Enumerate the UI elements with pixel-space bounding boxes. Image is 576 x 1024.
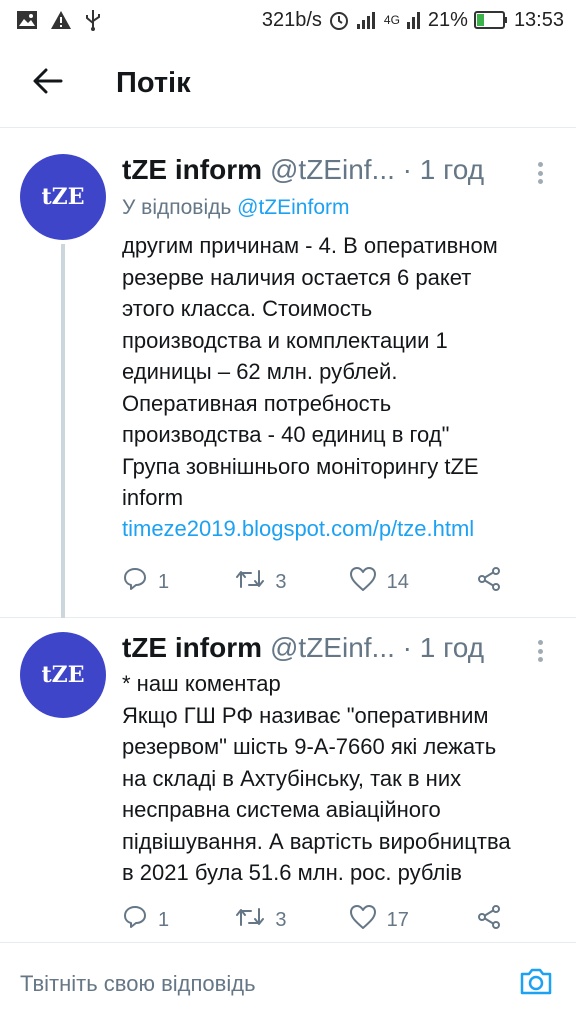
tweet-body: tZE inform @tZEinf... · 1 год У відповід…	[122, 152, 552, 544]
heart-icon	[349, 904, 377, 936]
signal-icon	[356, 10, 378, 30]
avatar[interactable]: tZE	[20, 632, 106, 718]
status-left	[16, 9, 102, 31]
reply-count: 1	[158, 570, 170, 593]
warning-icon	[50, 10, 72, 30]
tweet[interactable]: tZE tZE inform @tZEinf... · 1 год У відп…	[0, 140, 576, 618]
timestamp[interactable]: 1 год	[420, 630, 484, 666]
reply-button[interactable]: 1	[122, 566, 235, 598]
avatar[interactable]: tZE	[20, 154, 106, 240]
arrow-left-icon	[33, 68, 63, 99]
reply-icon	[122, 904, 148, 936]
camera-button[interactable]	[516, 964, 556, 1004]
separator: ·	[394, 632, 420, 663]
share-icon	[476, 904, 502, 936]
tweet-actions: 1 3 17	[122, 904, 502, 936]
retweet-button[interactable]: 3	[235, 905, 348, 935]
image-icon	[16, 10, 38, 30]
network-speed: 321b/s	[261, 8, 322, 31]
battery-percent: 21%	[427, 8, 468, 31]
avatar-text: tZE	[41, 184, 85, 210]
author-name[interactable]: tZE inform	[122, 630, 262, 666]
author-name[interactable]: tZE inform	[122, 152, 262, 188]
retweet-icon	[235, 905, 265, 935]
reply-icon	[122, 566, 148, 598]
reply-to: У відповідь @tZEinform	[122, 194, 552, 222]
reply-button[interactable]: 1	[122, 904, 235, 936]
usb-icon	[84, 9, 102, 31]
heart-icon	[349, 566, 377, 598]
reply-to-prefix: У відповідь	[122, 196, 238, 219]
reply-input[interactable]: Твітніть свою відповідь	[20, 971, 256, 997]
network-type: 4G	[383, 13, 400, 27]
reply-to-handle[interactable]: @tZEinform	[237, 196, 349, 219]
like-button[interactable]: 14	[349, 566, 462, 598]
like-count: 17	[386, 908, 409, 931]
more-options-icon[interactable]	[528, 636, 552, 666]
app-header: Потік	[0, 40, 576, 128]
share-button[interactable]	[476, 566, 502, 598]
tweet-actions: 1 3 14	[122, 566, 502, 598]
timestamp[interactable]: 1 год	[420, 152, 484, 188]
share-button[interactable]	[476, 904, 502, 936]
thread-line	[61, 244, 65, 618]
share-icon	[476, 566, 502, 598]
alarm-icon	[328, 9, 350, 31]
tweet-header: tZE inform @tZEinf... · 1 год	[122, 630, 552, 666]
avatar-text: tZE	[41, 662, 85, 688]
tweet-link[interactable]: timeze2019.blogspot.com/p/tze.html	[122, 514, 552, 544]
clock: 13:53	[513, 8, 564, 31]
retweet-count: 3	[275, 908, 287, 931]
tweet-text: * наш коментар Якщо ГШ РФ називає "опера…	[122, 671, 511, 885]
author-handle[interactable]: @tZEinf...	[270, 152, 395, 188]
camera-icon	[519, 966, 553, 1001]
author-handle[interactable]: @tZEinf...	[270, 630, 395, 666]
status-right: 321b/s 4G 21% 13:53	[262, 9, 564, 32]
signal-icon	[406, 10, 422, 30]
back-button[interactable]	[0, 40, 96, 128]
battery-icon	[473, 10, 508, 30]
like-count: 14	[386, 570, 409, 593]
status-bar: 321b/s 4G 21% 13:53	[0, 0, 576, 40]
tweet[interactable]: tZE tZE inform @tZEinf... · 1 год * наш …	[0, 618, 576, 942]
retweet-button[interactable]: 3	[235, 567, 348, 597]
like-button[interactable]: 17	[349, 904, 462, 936]
tweet-header: tZE inform @tZEinf... · 1 год	[122, 152, 552, 188]
tweet-body: tZE inform @tZEinf... · 1 год * наш коме…	[122, 630, 552, 889]
retweet-count: 3	[275, 570, 287, 593]
reply-count: 1	[158, 908, 170, 931]
retweet-icon	[235, 567, 265, 597]
tweet-text: другим причинам - 4. В оперативном резер…	[122, 233, 498, 510]
more-options-icon[interactable]	[528, 158, 552, 188]
page-title: Потік	[116, 67, 191, 99]
separator: ·	[394, 154, 420, 185]
reply-composer[interactable]: Твітніть свою відповідь	[0, 942, 576, 1024]
